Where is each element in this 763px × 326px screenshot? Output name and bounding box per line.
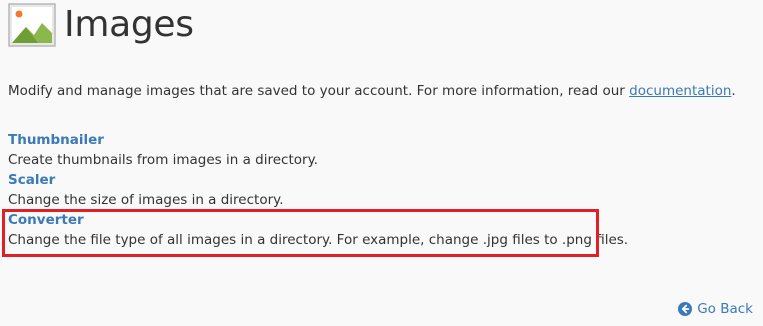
intro-text: Modify and manage images that are saved … bbox=[8, 81, 736, 101]
scaler-description: Change the size of images in a directory… bbox=[8, 192, 284, 208]
thumbnailer-link[interactable]: Thumbnailer bbox=[8, 130, 628, 150]
tool-item-scaler: Scaler Change the size of images in a di… bbox=[8, 170, 628, 210]
converter-link[interactable]: Converter bbox=[8, 210, 628, 230]
tool-item-converter: Converter Change the file type of all im… bbox=[8, 210, 628, 250]
documentation-link[interactable]: documentation bbox=[629, 83, 731, 99]
page-title: Images bbox=[64, 4, 194, 45]
tool-list: Thumbnailer Create thumbnails from image… bbox=[8, 130, 628, 250]
thumbnailer-description: Create thumbnails from images in a direc… bbox=[8, 152, 318, 168]
go-back-link[interactable]: Go Back bbox=[678, 299, 753, 319]
page-header: Images bbox=[8, 3, 194, 47]
arrow-left-circle-icon bbox=[678, 302, 693, 316]
intro-suffix: . bbox=[731, 83, 736, 99]
converter-description: Change the file type of all images in a … bbox=[8, 232, 629, 248]
go-back-label: Go Back bbox=[697, 301, 753, 317]
scaler-link[interactable]: Scaler bbox=[8, 170, 628, 190]
images-icon bbox=[8, 3, 56, 47]
page: Images Modify and manage images that are… bbox=[0, 0, 763, 326]
intro-body: Modify and manage images that are saved … bbox=[8, 83, 630, 99]
tool-item-thumbnailer: Thumbnailer Create thumbnails from image… bbox=[8, 130, 628, 170]
